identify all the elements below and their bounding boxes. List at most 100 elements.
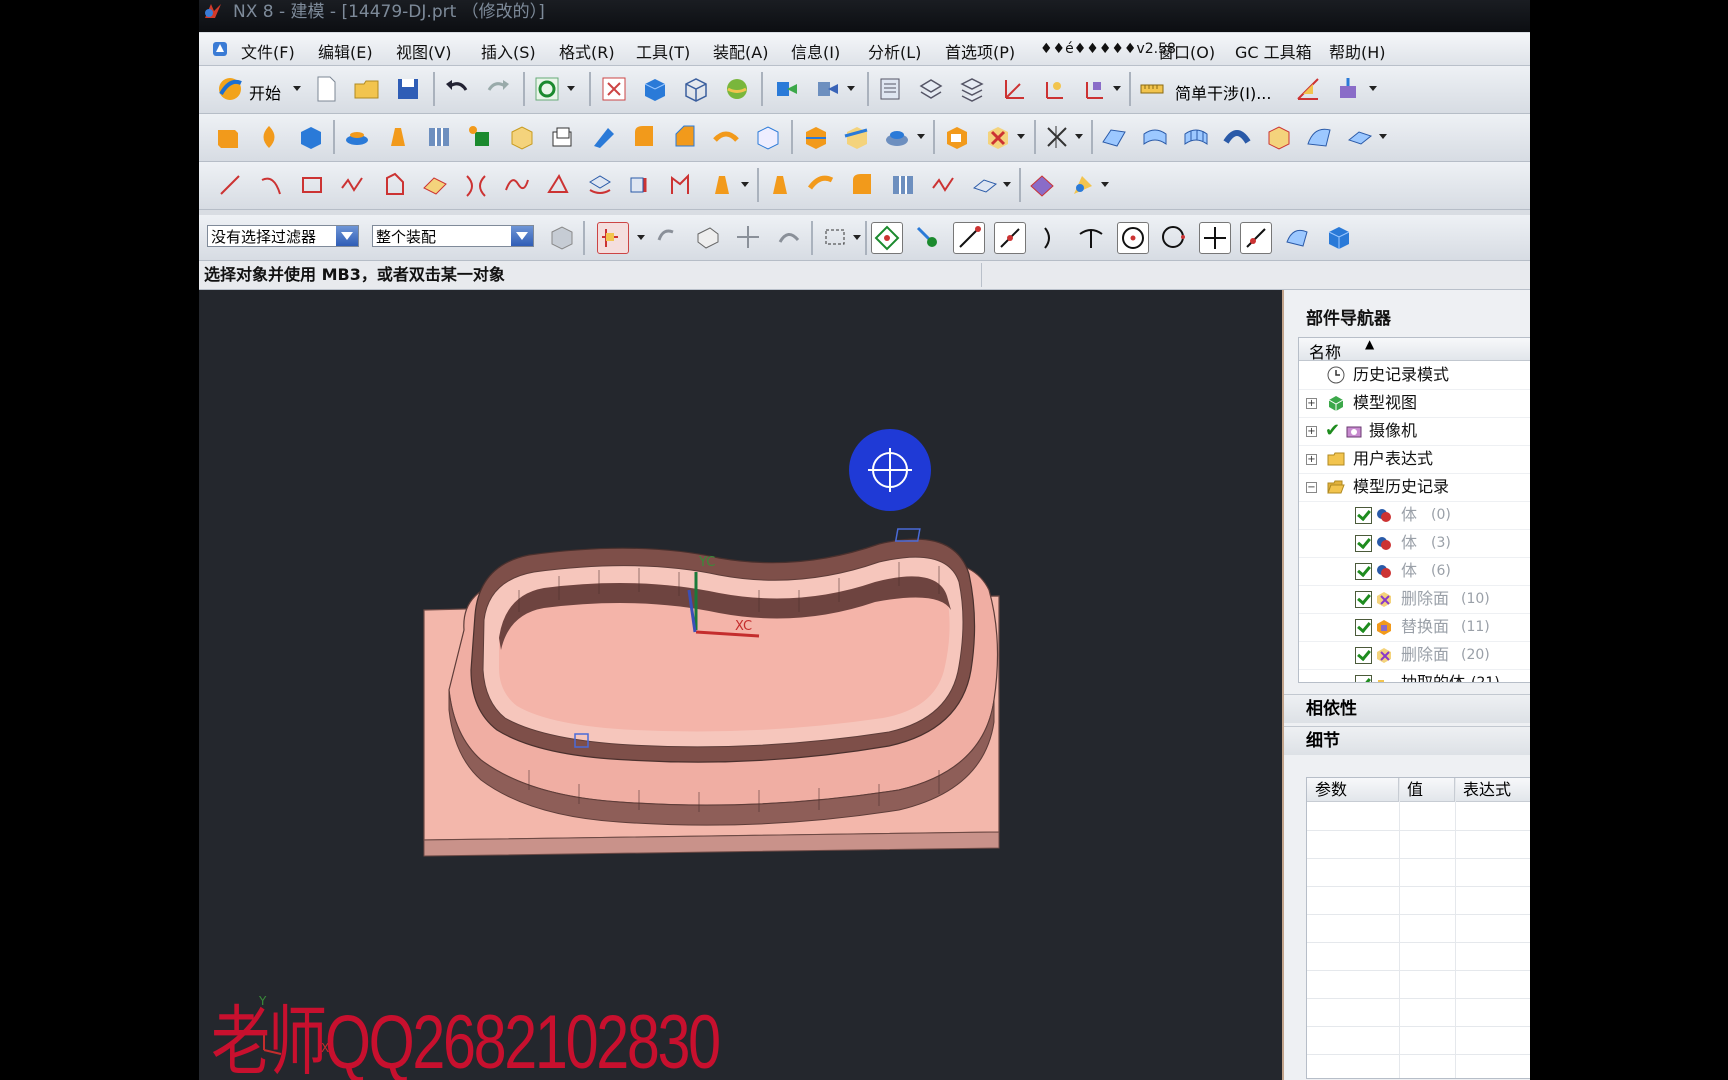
edge-blend-2-icon[interactable]	[847, 170, 877, 200]
chevron-down-icon[interactable]	[511, 226, 533, 246]
ruled-surface-icon[interactable]	[1140, 122, 1170, 152]
misc-dropdown-icon[interactable]	[1003, 182, 1011, 187]
checkbox[interactable]	[1355, 619, 1372, 636]
checkbox[interactable]	[1355, 563, 1372, 580]
tree-item-cameras[interactable]: + ✔ 摄像机	[1299, 417, 1530, 446]
wrap-curve-icon[interactable]	[707, 170, 737, 200]
measure-icon[interactable]	[1137, 74, 1167, 104]
block-icon[interactable]	[295, 122, 325, 152]
tree-item-history-mode[interactable]: 历史记录模式	[1299, 361, 1530, 390]
update-dropdown-icon[interactable]	[567, 86, 575, 91]
draft-icon[interactable]	[711, 122, 741, 152]
swept-icon[interactable]	[1222, 122, 1252, 152]
point-icon[interactable]	[1042, 122, 1072, 152]
menu-edit[interactable]: 编辑(E)	[318, 39, 373, 63]
bounded-plane-icon[interactable]	[1345, 122, 1375, 152]
project-curve-icon[interactable]	[543, 170, 573, 200]
polygon-icon[interactable]	[379, 170, 409, 200]
spline-icon[interactable]	[929, 170, 959, 200]
plane-icon[interactable]	[970, 170, 1000, 200]
sew-icon[interactable]	[1263, 122, 1293, 152]
orient-view-icon[interactable]	[771, 74, 801, 104]
sort-ascending-icon[interactable]: ▲	[1365, 338, 1374, 351]
through-curve-mesh-icon[interactable]	[1181, 122, 1211, 152]
revolve-icon[interactable]	[254, 122, 284, 152]
face-color-icon[interactable]	[1027, 170, 1057, 200]
info-tool-icon[interactable]	[1334, 74, 1364, 104]
checkbox[interactable]	[1355, 647, 1372, 664]
shaded-view-icon[interactable]	[640, 74, 670, 104]
name-column-header[interactable]: 名称	[1309, 339, 1341, 363]
wcs-dynamics-icon[interactable]	[1039, 74, 1069, 104]
type-filter-select[interactable]: 没有选择过滤器	[207, 225, 359, 247]
checkbox[interactable]	[1355, 507, 1372, 524]
display-dropdown-icon[interactable]	[1101, 182, 1109, 187]
sphere-view-icon[interactable]	[722, 74, 752, 104]
snap-point-on-curve-icon[interactable]	[1240, 222, 1272, 254]
slot-icon[interactable]	[547, 122, 577, 152]
menu-gc-toolbox[interactable]: GC 工具箱	[1235, 39, 1312, 63]
tree-item-model-views[interactable]: + 模型视图	[1299, 389, 1530, 418]
extrude-icon[interactable]	[213, 122, 243, 152]
expand-icon[interactable]: +	[1306, 426, 1317, 437]
fit-view-icon[interactable]	[599, 74, 629, 104]
menu-information[interactable]: 信息(I)	[791, 39, 840, 63]
update-icon[interactable]	[532, 74, 562, 104]
feature-body-3[interactable]: 体 (3)	[1299, 529, 1530, 558]
menu-help[interactable]: 帮助(H)	[1329, 39, 1386, 63]
edge-blend-icon[interactable]	[629, 122, 659, 152]
split-body-icon[interactable]	[841, 122, 871, 152]
copy-layer-icon[interactable]	[957, 74, 987, 104]
snap-point-on-surface-icon[interactable]	[1281, 222, 1311, 252]
feature-delete-face-10[interactable]: 删除面 (10)	[1299, 585, 1530, 614]
navigator-tree[interactable]: 名称 ▲ 历史记录模式 + 模型视图 + ✔ 摄像机 + 用户表达式 − 模型历…	[1298, 337, 1530, 683]
line-icon[interactable]	[215, 170, 245, 200]
offset-curve-icon[interactable]	[420, 170, 450, 200]
view-dropdown-icon[interactable]	[847, 86, 855, 91]
snap-point-settings-icon[interactable]	[912, 222, 942, 252]
menu-tools[interactable]: 工具(T)	[636, 39, 690, 63]
pad-icon[interactable]	[465, 122, 495, 152]
menu-format[interactable]: 格式(R)	[559, 39, 615, 63]
back-icon[interactable]	[651, 222, 681, 252]
snap-intersection-icon[interactable]	[1076, 222, 1106, 252]
graphics-window[interactable]: YC XC Y X 老师QQ2682102830	[199, 290, 1284, 1080]
menu-file[interactable]: 文件(F)	[241, 39, 295, 63]
sync-dropdown-icon[interactable]	[1017, 134, 1025, 139]
select-region-dropdown-icon[interactable]	[853, 235, 861, 240]
menu-analysis[interactable]: 分析(L)	[868, 39, 921, 63]
expand-icon[interactable]: +	[1306, 398, 1317, 409]
studio-spline-icon[interactable]	[338, 170, 368, 200]
select-point-icon[interactable]	[733, 222, 763, 252]
chevron-down-icon[interactable]	[336, 226, 358, 246]
tree-header[interactable]: 名称 ▲	[1299, 338, 1530, 363]
checkbox[interactable]	[1355, 591, 1372, 608]
analysis-dropdown-icon[interactable]	[1369, 86, 1377, 91]
component-filter-icon[interactable]	[546, 222, 576, 252]
parameter-column-header[interactable]: 参数	[1307, 778, 1399, 802]
new-file-icon[interactable]	[311, 74, 341, 104]
rectangle-select-icon[interactable]	[820, 222, 850, 252]
snap-arc-center-icon[interactable]	[1117, 222, 1149, 254]
menu-plugin[interactable]: ♦♦é♦♦♦♦♦v2.58	[1040, 41, 1176, 57]
boss-icon[interactable]	[383, 122, 413, 152]
feature-replace-face-11[interactable]: 替换面 (11)	[1299, 613, 1530, 642]
draft-analysis-icon[interactable]	[1293, 74, 1323, 104]
undo-icon[interactable]	[442, 74, 472, 104]
layer-settings-icon[interactable]	[875, 74, 905, 104]
checkbox[interactable]	[1355, 535, 1372, 552]
emboss-icon[interactable]	[342, 122, 372, 152]
pocket-icon[interactable]	[506, 122, 536, 152]
select-mode-dropdown-icon[interactable]	[637, 235, 645, 240]
tree-item-user-expressions[interactable]: + 用户表达式	[1299, 445, 1530, 474]
edit-object-display-icon[interactable]	[1068, 170, 1098, 200]
details-panel-header[interactable]: 细节	[1284, 726, 1530, 755]
unite-icon[interactable]	[882, 122, 912, 152]
model-viewport[interactable]: YC XC Y X	[199, 290, 1282, 1080]
intersection-curve-icon[interactable]	[584, 170, 614, 200]
section-curve-icon[interactable]	[666, 170, 696, 200]
view-layout-icon[interactable]	[812, 74, 842, 104]
offset-face-icon[interactable]	[941, 122, 971, 152]
interference-check-button[interactable]: 简单干涉(I)...	[1175, 80, 1271, 104]
feature-extracted-body-21[interactable]: 抽取的体 (21)	[1299, 669, 1530, 682]
